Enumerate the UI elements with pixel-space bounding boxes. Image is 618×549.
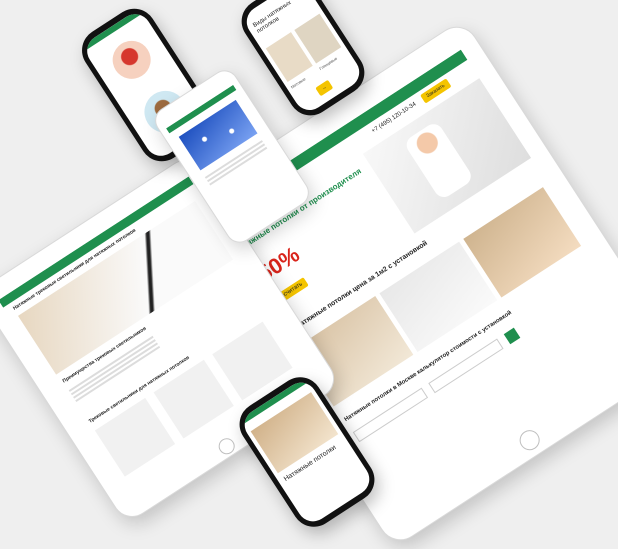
hero-person bbox=[402, 120, 475, 201]
order-button[interactable]: → bbox=[315, 79, 334, 97]
calc-button[interactable] bbox=[503, 327, 521, 345]
avatar-1 bbox=[105, 33, 158, 87]
calc-field-1[interactable] bbox=[352, 387, 429, 443]
calc-field-2[interactable] bbox=[428, 338, 504, 394]
